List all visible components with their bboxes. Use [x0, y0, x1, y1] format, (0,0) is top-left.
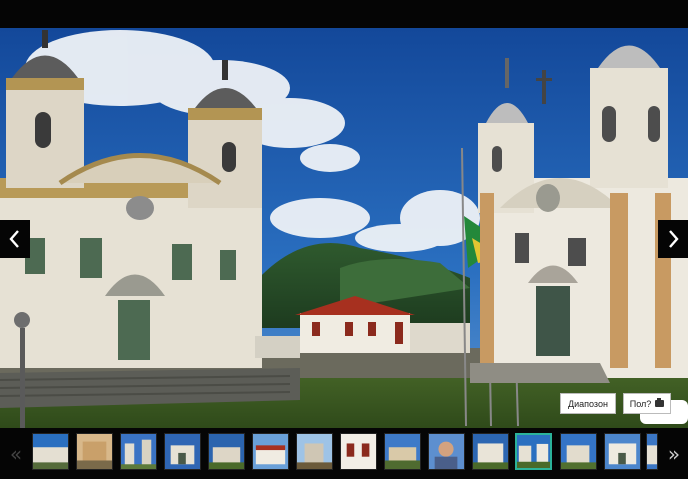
thumbnail[interactable] — [32, 433, 69, 470]
photo-stage: Диапозон Пол? — [0, 28, 688, 428]
previous-photo-button[interactable] — [0, 220, 30, 258]
thumbnail-active[interactable] — [515, 433, 552, 470]
thumbnail-image — [341, 434, 376, 469]
chevron-right-icon — [669, 230, 679, 248]
thumbnail-image — [385, 434, 420, 469]
thumbnail[interactable] — [296, 433, 333, 470]
thumbnail[interactable] — [384, 433, 421, 470]
thumbnail-image — [517, 435, 550, 468]
thumbnail[interactable] — [208, 433, 245, 470]
thumbnail[interactable] — [120, 433, 157, 470]
thumbnail[interactable] — [76, 433, 113, 470]
double-chevron-right-icon: » — [667, 441, 681, 466]
thumbnail-image — [647, 434, 657, 469]
thumbnail[interactable] — [252, 433, 289, 470]
thumbnail-scroll-right-button[interactable]: » — [660, 428, 688, 479]
thumbnail-image — [33, 434, 68, 469]
thumbnail[interactable] — [646, 433, 658, 470]
fullscreen-button[interactable]: Пол? — [623, 393, 671, 414]
thumbnail-image — [429, 434, 464, 469]
thumbnail[interactable] — [472, 433, 509, 470]
chevron-left-icon — [9, 230, 19, 248]
thumbnail[interactable] — [428, 433, 465, 470]
top-bar — [0, 0, 688, 28]
thumbnail[interactable] — [164, 433, 201, 470]
thumbnail-image — [605, 434, 640, 469]
camera-icon — [655, 398, 665, 407]
thumbnail-image — [77, 434, 112, 469]
thumbnail-image — [165, 434, 200, 469]
slideshow-button[interactable]: Диапозон — [560, 393, 616, 414]
thumbnail[interactable] — [604, 433, 641, 470]
thumbnail-image — [473, 434, 508, 469]
thumbnail-image — [561, 434, 596, 469]
slideshow-label: Диапозон — [568, 398, 608, 409]
thumbnail[interactable] — [340, 433, 377, 470]
next-photo-button[interactable] — [658, 220, 688, 258]
main-photo — [0, 28, 688, 428]
thumbnail-image — [209, 434, 244, 469]
thumbnail-image — [253, 434, 288, 469]
thumbnail-image — [121, 434, 156, 469]
thumbnail-strip: « » — [0, 428, 688, 479]
thumbnail-image — [297, 434, 332, 469]
fullscreen-label: Пол? — [629, 398, 652, 409]
thumbnail-scroll-left-button[interactable]: « — [2, 428, 30, 479]
thumbnail[interactable] — [560, 433, 597, 470]
double-chevron-left-icon: « — [9, 441, 23, 466]
